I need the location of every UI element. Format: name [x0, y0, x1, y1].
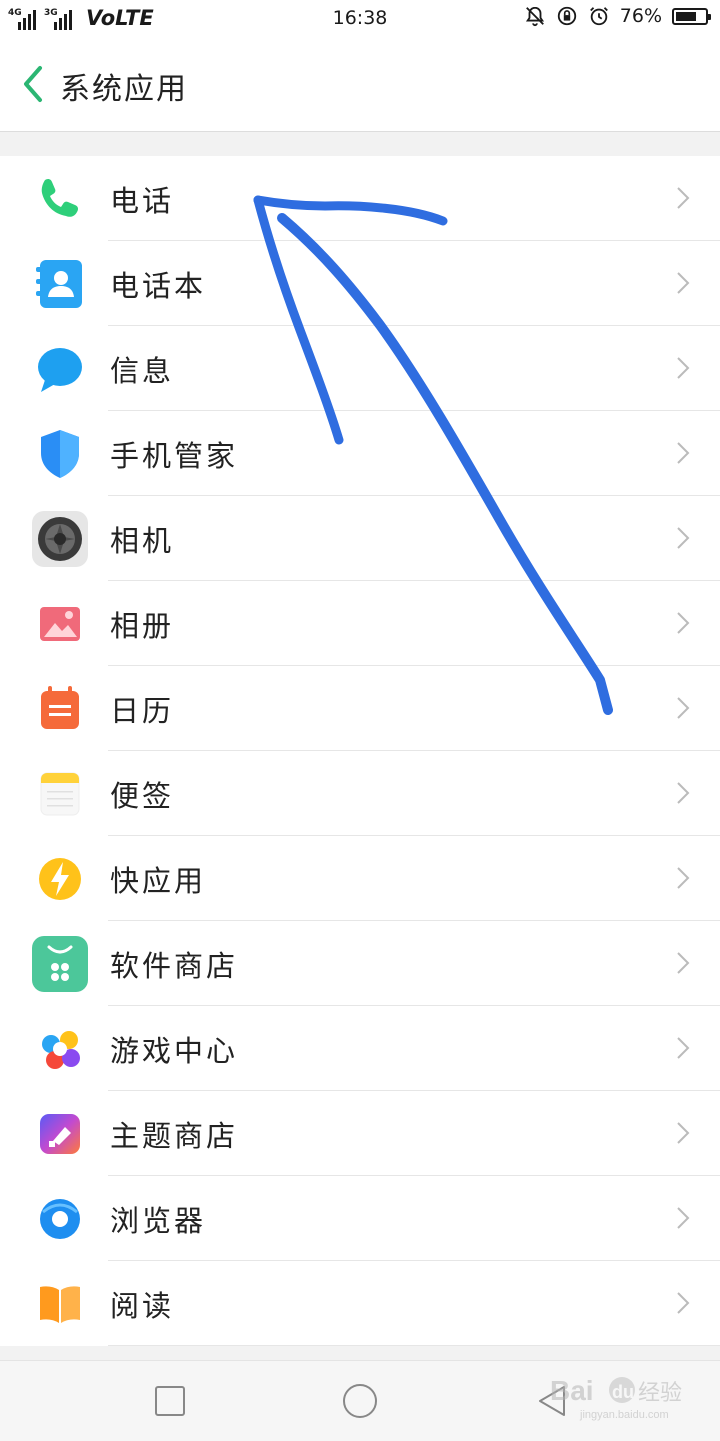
chevron-right-icon [677, 442, 690, 464]
chevron-right-icon [677, 1037, 690, 1059]
chevron-right-icon [677, 612, 690, 634]
list-item-notes[interactable]: 便签 [0, 751, 720, 836]
recents-button[interactable] [150, 1381, 190, 1421]
list-item-label: 主题商店 [110, 1119, 239, 1153]
battery-fill [676, 11, 697, 21]
list-item-phone-manager[interactable]: 手机管家 [0, 411, 720, 496]
list-item-label: 手机管家 [110, 439, 239, 473]
phone-icon [41, 178, 79, 217]
list-item-calendar[interactable]: 日历 [0, 666, 720, 751]
rotation-lock-icon [557, 6, 576, 26]
quick-app-icon [39, 858, 81, 900]
list-item-game-center[interactable]: 游戏中心 [0, 1006, 720, 1091]
chevron-right-icon [677, 1122, 690, 1144]
chevron-right-icon [677, 527, 690, 549]
svg-text:Bai: Bai [550, 1375, 594, 1406]
list-item-gallery[interactable]: 相册 [0, 581, 720, 666]
list-item-label: 便签 [110, 779, 175, 813]
chevron-right-icon [677, 357, 690, 379]
svg-text:经验: 经验 [638, 1381, 682, 1406]
chevron-right-icon [677, 1207, 690, 1229]
chevron-right-icon [677, 782, 690, 804]
bell-muted-icon [525, 6, 544, 27]
list-item-label: 日历 [110, 694, 175, 728]
home-button[interactable] [340, 1381, 380, 1421]
calendar-icon [41, 686, 79, 729]
chevron-left-icon[interactable] [18, 62, 54, 106]
page-title: 系统应用 [60, 72, 188, 107]
chevron-right-icon [677, 1292, 690, 1314]
alarm-icon [589, 7, 608, 26]
theme-store-icon [40, 1114, 80, 1154]
list-item-label: 软件商店 [110, 949, 239, 983]
list-item-messages[interactable]: 信息 [0, 326, 720, 411]
list-item-camera[interactable]: 相机 [0, 496, 720, 581]
svg-text:jingyan.baidu.com: jingyan.baidu.com [579, 1409, 669, 1421]
list-item-browser[interactable]: 浏览器 [0, 1176, 720, 1261]
list-item-label: 浏览器 [110, 1204, 207, 1238]
list-item-label: 游戏中心 [110, 1034, 239, 1068]
battery-icon [672, 7, 711, 25]
chevron-right-icon [677, 697, 690, 719]
reading-icon [40, 1286, 80, 1323]
game-center-icon [42, 1031, 80, 1069]
list-item-label: 相册 [110, 609, 175, 643]
shield-icon [41, 430, 79, 478]
list-item-theme-store[interactable]: 主题商店 [0, 1091, 720, 1176]
list-item-label: 快应用 [110, 864, 207, 898]
status-bar: 4G 3G VoLTE 16:38 76% [0, 0, 720, 38]
list-item-label: 阅读 [110, 1289, 175, 1323]
list-item-contacts[interactable]: 电话本 [0, 241, 720, 326]
browser-icon [40, 1199, 80, 1239]
app-store-icon [32, 936, 88, 992]
system-apps-list: 电话 电话本 信息 手机管家 相机 相册 日历 便签 快应用 软件商店 游戏中心… [0, 156, 720, 1346]
chevron-right-icon [677, 867, 690, 889]
list-item-phone[interactable]: 电话 [0, 156, 720, 241]
notes-icon [40, 772, 80, 816]
battery-percent: 76% [619, 5, 662, 27]
list-item-quick-app[interactable]: 快应用 [0, 836, 720, 921]
gallery-icon [40, 607, 80, 641]
message-icon [38, 348, 82, 392]
list-item-label: 信息 [110, 354, 175, 388]
svg-text:du: du [612, 1382, 634, 1402]
contacts-icon [36, 260, 82, 308]
list-item-reading[interactable]: 阅读 [0, 1261, 720, 1346]
list-item-label: 相机 [110, 524, 175, 558]
chevron-right-icon [677, 187, 690, 209]
list-item-app-store[interactable]: 软件商店 [0, 921, 720, 1006]
divider [108, 1345, 720, 1346]
chevron-right-icon [677, 272, 690, 294]
camera-icon [32, 511, 88, 567]
baidu-jingyan-watermark: Bai du 经验 jingyan.baidu.com [550, 1375, 682, 1421]
list-item-label: 电话本 [110, 269, 207, 303]
chevron-right-icon [677, 952, 690, 974]
list-item-label: 电话 [110, 184, 175, 218]
app-header: 系统应用 [0, 38, 720, 132]
